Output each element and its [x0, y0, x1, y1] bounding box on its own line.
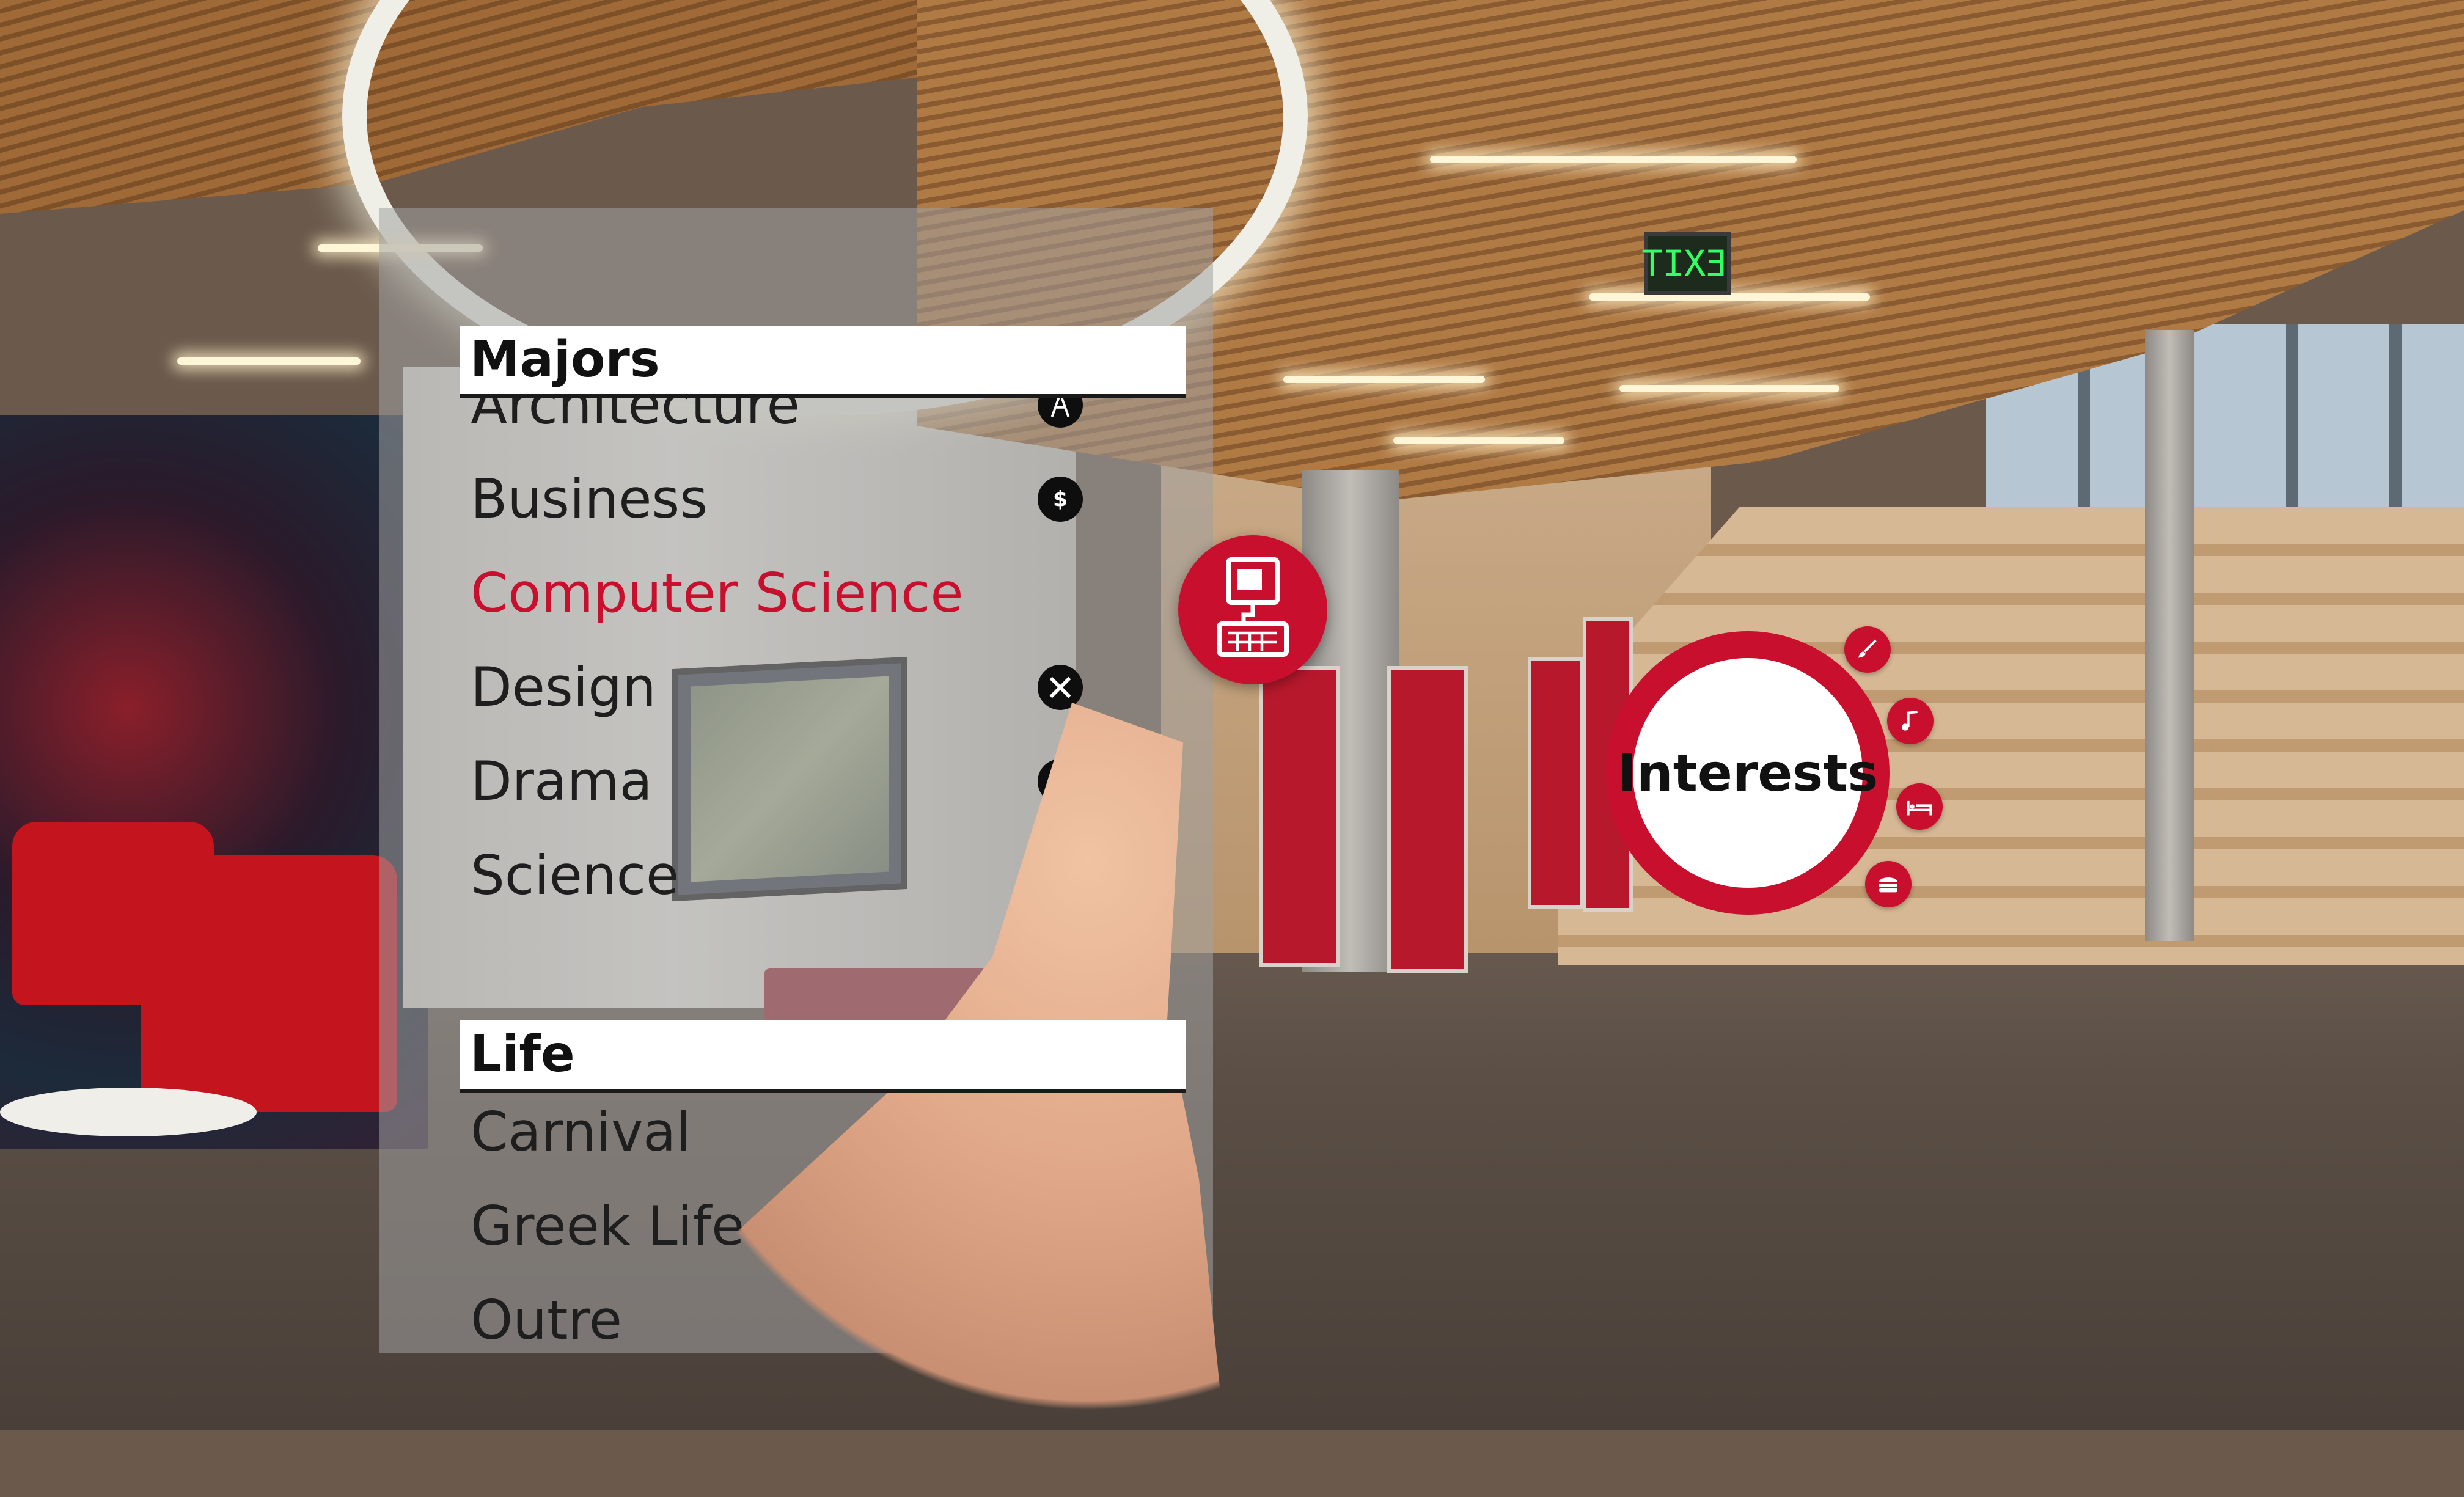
ceiling-light — [1283, 376, 1485, 383]
computer-science-button[interactable] — [1178, 535, 1327, 684]
ceiling-light — [177, 357, 361, 365]
dollar-icon: $ — [1038, 477, 1083, 522]
exit-sign: EXIT — [1641, 232, 1731, 295]
majors-header: Majors — [460, 326, 1186, 398]
svg-text:$: $ — [1053, 488, 1068, 512]
interests-label: Interests — [1617, 743, 1879, 803]
paintbrush-icon[interactable] — [1844, 626, 1891, 673]
music-note-icon[interactable] — [1887, 698, 1934, 744]
bed-icon[interactable] — [1896, 783, 1943, 830]
life-header: Life — [460, 1020, 1186, 1093]
ceiling-light — [1430, 156, 1797, 163]
burger-icon[interactable] — [1865, 861, 1912, 907]
banner — [1259, 666, 1340, 967]
background-scene: EXIT — [0, 0, 2464, 1430]
list-item-drama[interactable]: Drama — [471, 736, 1112, 827]
interests-button[interactable]: Interests — [1606, 631, 1890, 915]
banner — [1528, 657, 1584, 909]
list-item-computer-science[interactable]: Computer Science — [471, 547, 1112, 639]
red-chair — [141, 855, 397, 1112]
list-item-design[interactable]: Design — [471, 642, 1112, 733]
pencil-ruler-icon — [1038, 665, 1083, 710]
banner — [1387, 666, 1468, 973]
computer-icon — [1213, 557, 1292, 663]
ceiling-light — [1619, 385, 1839, 392]
ceiling-light — [1393, 437, 1564, 444]
coffee-table — [0, 1088, 257, 1136]
list-item-business[interactable]: Business — [471, 453, 1112, 545]
pillar — [2145, 330, 2194, 941]
